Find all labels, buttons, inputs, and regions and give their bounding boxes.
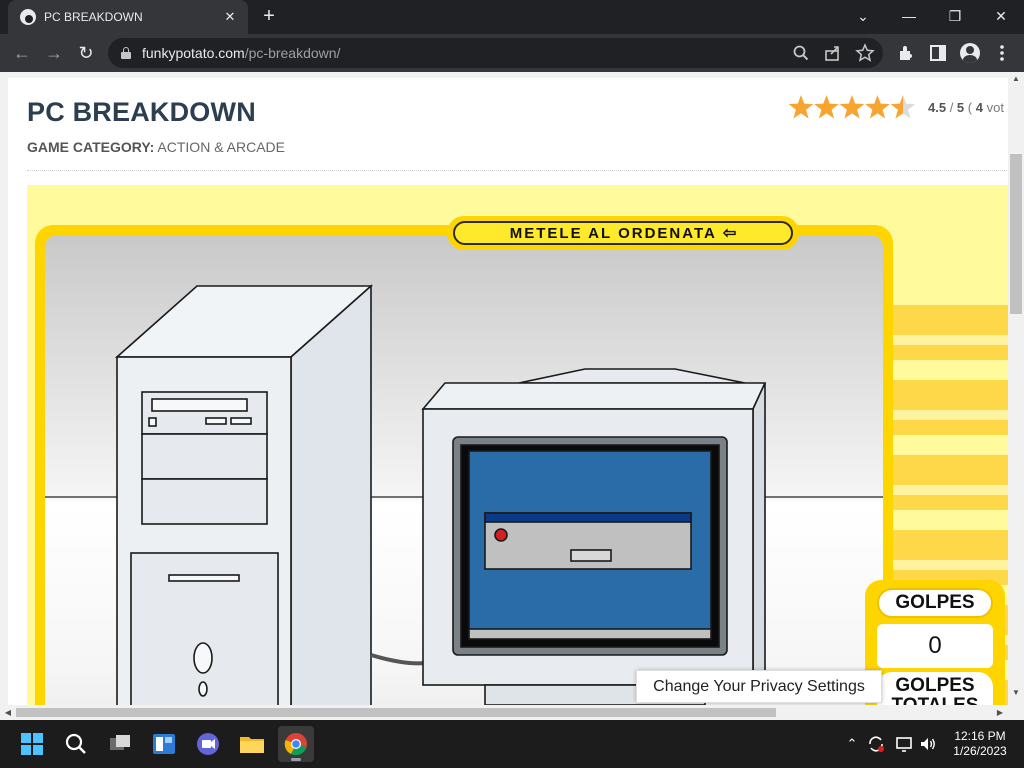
clock-time: 12:16 PM [954,729,1006,743]
address-bar[interactable]: funkypotato.com/pc-breakdown/ [108,38,883,68]
tab-close-icon[interactable]: ✕ [220,7,240,27]
forward-button[interactable]: → [42,41,66,65]
scroll-right-icon[interactable]: ▶ [992,705,1008,720]
profile-avatar-icon[interactable] [960,43,980,63]
tab-pc-breakdown[interactable]: PC BREAKDOWN ✕ [8,0,248,34]
back-button[interactable]: ← [10,41,34,65]
star-rating[interactable] [788,94,918,122]
share-icon[interactable] [823,43,843,63]
game-scene[interactable] [45,235,883,720]
rating-star-icon[interactable] [865,95,890,119]
crt-monitor [421,368,767,706]
teams-chat-icon[interactable] [190,726,226,762]
office-scene-illustration [45,284,883,720]
close-window-button[interactable]: ✕ [986,4,1016,28]
clock-date: 1/26/2023 [953,744,1007,758]
chrome-taskbar-button[interactable] [278,726,314,762]
privacy-settings-button[interactable]: Change Your Privacy Settings [636,670,882,703]
vertical-scroll-thumb[interactable] [1010,154,1022,314]
network-icon[interactable] [894,734,914,754]
scroll-down-icon[interactable]: ▼ [1008,686,1024,700]
restore-button[interactable]: ❐ [940,4,970,28]
extensions-icon[interactable] [896,43,916,63]
page-viewport: PC BREAKDOWN GAME CATEGORY: ACTION & ARC… [0,72,1024,720]
browser-toolbar: ← → ↻ funkypotato.com/pc-breakdown/ [0,34,1024,72]
tab-strip: PC BREAKDOWN ✕ + ⌄ — ❐ ✕ [0,0,1024,34]
horizontal-scroll-thumb[interactable] [16,708,776,717]
rating-star-icon[interactable] [890,95,916,119]
url-text[interactable]: funkypotato.com/pc-breakdown/ [142,45,340,61]
windows-taskbar: ⌃ 12:16 PM 1/26/2023 [0,720,1024,768]
scroll-up-icon[interactable]: ▲ [1008,72,1024,86]
score-value: 0 [877,624,993,668]
game-frame [35,225,893,720]
category-label: GAME CATEGORY: [27,139,155,155]
sync-icon[interactable] [866,734,886,754]
tab-title: PC BREAKDOWN [44,10,143,24]
banner-text: METELE AL ORDENATA [509,225,717,242]
system-clock[interactable]: 12:16 PM 1/26/2023 [944,729,1016,759]
minimize-button[interactable]: — [894,4,924,28]
score-panel: GOLPES 0 GOLPES TOTALES [865,580,1005,720]
game-canvas[interactable]: METELE AL ORDENATA ⇦ GOLPES 0 GOLPES TOTA… [27,185,1008,720]
vertical-scrollbar[interactable]: ▲ ▼ [1008,72,1024,705]
menu-kebab-icon[interactable] [992,43,1012,63]
horizontal-scrollbar[interactable]: ◀ ▶ [0,705,1008,720]
lock-icon[interactable] [121,47,131,59]
file-explorer-icon[interactable] [234,726,270,762]
windows-start-icon[interactable] [14,726,50,762]
task-view-icon[interactable] [102,726,138,762]
zoom-icon[interactable] [791,43,811,63]
divider [27,170,1007,171]
game-card: PC BREAKDOWN GAME CATEGORY: ACTION & ARC… [8,78,1008,720]
back-arrow-icon[interactable]: ⇦ [723,225,736,242]
chrome-icon [284,733,307,756]
category-value[interactable]: ACTION & ARCADE [157,139,285,155]
bookmark-star-icon[interactable] [855,43,875,63]
volume-icon[interactable] [918,734,938,754]
new-tab-button[interactable]: + [258,6,280,28]
search-icon[interactable] [58,726,94,762]
game-category: GAME CATEGORY: ACTION & ARCADE [27,139,285,155]
reload-button[interactable]: ↻ [74,41,98,65]
rating-text: 4.5 / 5 ( 4 vot [928,100,1004,115]
scroll-left-icon[interactable]: ◀ [0,705,16,720]
favicon-icon [20,9,36,25]
rating-star-icon[interactable] [788,95,814,119]
tray-overflow-chevron-icon[interactable]: ⌃ [842,734,862,754]
rating-star-icon[interactable] [814,95,839,119]
score-label: GOLPES [877,588,993,618]
pc-tower [114,284,374,720]
side-panel-icon[interactable] [928,43,948,63]
rating-star-icon[interactable] [839,95,865,119]
page-title: PC BREAKDOWN [27,97,256,127]
game-banner: METELE AL ORDENATA ⇦ [447,216,799,250]
widgets-icon[interactable] [146,726,182,762]
tab-search-icon[interactable]: ⌄ [848,4,878,28]
